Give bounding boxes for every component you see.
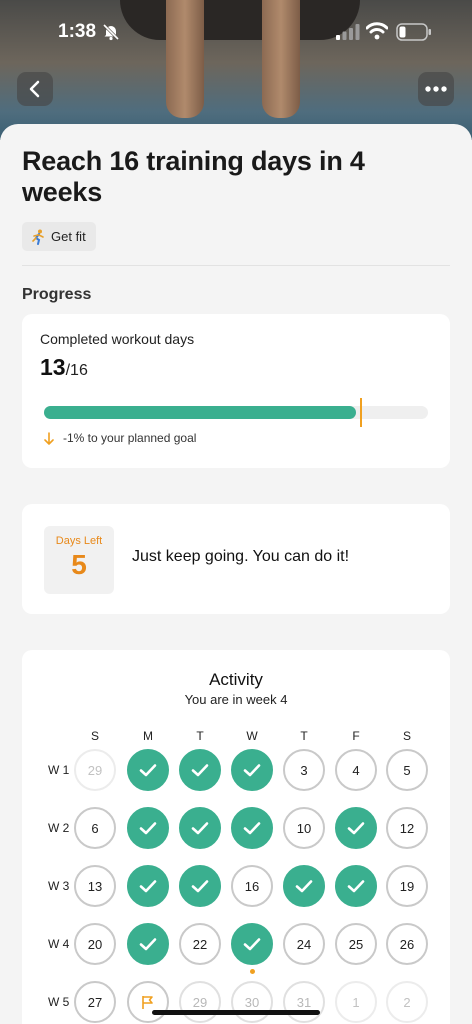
progress-total: /16 [65, 362, 88, 379]
progress-card: Completed workout days 13/16 -1% to your… [22, 314, 450, 468]
check-icon [243, 938, 261, 951]
home-indicator [152, 1010, 320, 1015]
check-icon [191, 880, 209, 893]
check-icon [243, 822, 261, 835]
goal-category-tag[interactable]: Get fit [22, 222, 96, 251]
planned-goal-marker [359, 398, 362, 427]
calendar-day[interactable] [179, 749, 221, 791]
calendar-day[interactable] [127, 807, 169, 849]
check-icon [191, 764, 209, 777]
calendar-day[interactable] [127, 749, 169, 791]
weekday-header: S [402, 729, 411, 743]
weekday-header: T [196, 729, 204, 743]
calendar-day[interactable]: 22 [179, 923, 221, 965]
check-icon [139, 938, 157, 951]
calendar-day[interactable]: 16 [231, 865, 273, 907]
days-left-label: Days Left [55, 535, 103, 547]
goal-category-label: Get fit [51, 229, 86, 244]
weekday-header: T [300, 729, 308, 743]
progress-bar [44, 398, 428, 427]
calendar-day[interactable]: 2 [386, 981, 428, 1023]
calendar-day[interactable] [335, 807, 377, 849]
calendar-day[interactable]: 25 [335, 923, 377, 965]
goal-title: Reach 16 training days in 4 weeks [22, 146, 365, 207]
today-indicator [249, 969, 255, 974]
calendar-day[interactable] [179, 865, 221, 907]
calendar-day[interactable]: 27 [74, 981, 116, 1023]
motivation-message: Just keep going. You can do it! [132, 548, 350, 565]
days-left-card: Days Left 5 Just keep going. You can do … [22, 504, 450, 614]
check-icon [347, 880, 365, 893]
progress-completed: 13 [40, 354, 66, 380]
calendar-day[interactable]: 29 [179, 981, 221, 1023]
check-icon [347, 822, 365, 835]
more-button[interactable] [418, 72, 454, 106]
chevron-left-icon [29, 80, 40, 98]
calendar-day[interactable]: 29 [74, 749, 116, 791]
calendar-day[interactable]: 10 [283, 807, 325, 849]
calendar-day[interactable]: 24 [283, 923, 325, 965]
calendar-day[interactable]: 5 [386, 749, 428, 791]
status-bar: 1:38 [0, 0, 472, 64]
calendar-day[interactable]: 31 [283, 981, 325, 1023]
week-label: W 3 [48, 879, 70, 893]
back-button[interactable] [17, 72, 53, 106]
activity-card: Activity You are in week 4 SMTWTFSW 1 29 3… [22, 650, 450, 1024]
calendar-day[interactable]: 4 [335, 749, 377, 791]
check-icon [139, 764, 157, 777]
goal-delta: -1% to your planned goal [44, 431, 196, 445]
week-label: W 1 [48, 763, 70, 777]
calendar-day[interactable] [179, 807, 221, 849]
calendar-day[interactable]: 13 [74, 865, 116, 907]
calendar-day[interactable]: 6 [74, 807, 116, 849]
check-icon [191, 822, 209, 835]
goal-sheet: Reach 16 training days in 4 weeks Get fi… [0, 124, 472, 1024]
activity-subtitle: You are in week 4 [184, 692, 288, 707]
weekday-header: W [246, 729, 258, 743]
check-icon [243, 764, 261, 777]
progress-bar-fill [44, 406, 356, 419]
progress-card-label: Completed workout days [40, 331, 195, 347]
check-icon [139, 880, 157, 893]
progress-count: 13/16 [40, 354, 88, 381]
weekday-header: M [143, 729, 153, 743]
calendar-day[interactable] [127, 981, 169, 1023]
calendar-day[interactable] [231, 923, 273, 965]
calendar-day[interactable] [283, 865, 325, 907]
calendar-day[interactable] [335, 865, 377, 907]
calendar-day[interactable]: 19 [386, 865, 428, 907]
progress-heading: Progress [22, 286, 92, 303]
goal-delta-text: -1% to your planned goal [63, 431, 197, 445]
calendar-day[interactable] [127, 923, 169, 965]
activity-title: Activity [209, 670, 263, 689]
days-left-badge: Days Left 5 [44, 526, 114, 594]
calendar-day[interactable]: 20 [74, 923, 116, 965]
status-time: 1:38 [58, 21, 97, 42]
battery-icon [396, 23, 431, 41]
flag-icon [142, 996, 153, 1009]
calendar-day[interactable]: 1 [335, 981, 377, 1023]
check-icon [139, 822, 157, 835]
check-icon [295, 880, 313, 893]
runner-icon [32, 229, 44, 245]
calendar-day[interactable]: 3 [283, 749, 325, 791]
bell-muted-icon [102, 23, 120, 41]
week-label: W 2 [48, 821, 70, 835]
arrow-down-icon [44, 431, 54, 445]
wifi-icon [366, 22, 388, 40]
weekday-header: S [90, 729, 99, 743]
calendar-day[interactable] [231, 807, 273, 849]
week-label: W 4 [48, 937, 70, 951]
more-horizontal-icon [425, 86, 447, 92]
calendar-day[interactable]: 26 [386, 923, 428, 965]
cellular-signal-icon [336, 24, 360, 40]
calendar-day[interactable]: 30 [231, 981, 273, 1023]
section-divider [22, 265, 450, 266]
calendar-day[interactable]: 12 [386, 807, 428, 849]
calendar-day[interactable] [231, 749, 273, 791]
week-label: W 5 [48, 995, 70, 1009]
days-left-value: 5 [71, 549, 87, 580]
weekday-header: F [352, 729, 360, 743]
calendar-day[interactable] [127, 865, 169, 907]
